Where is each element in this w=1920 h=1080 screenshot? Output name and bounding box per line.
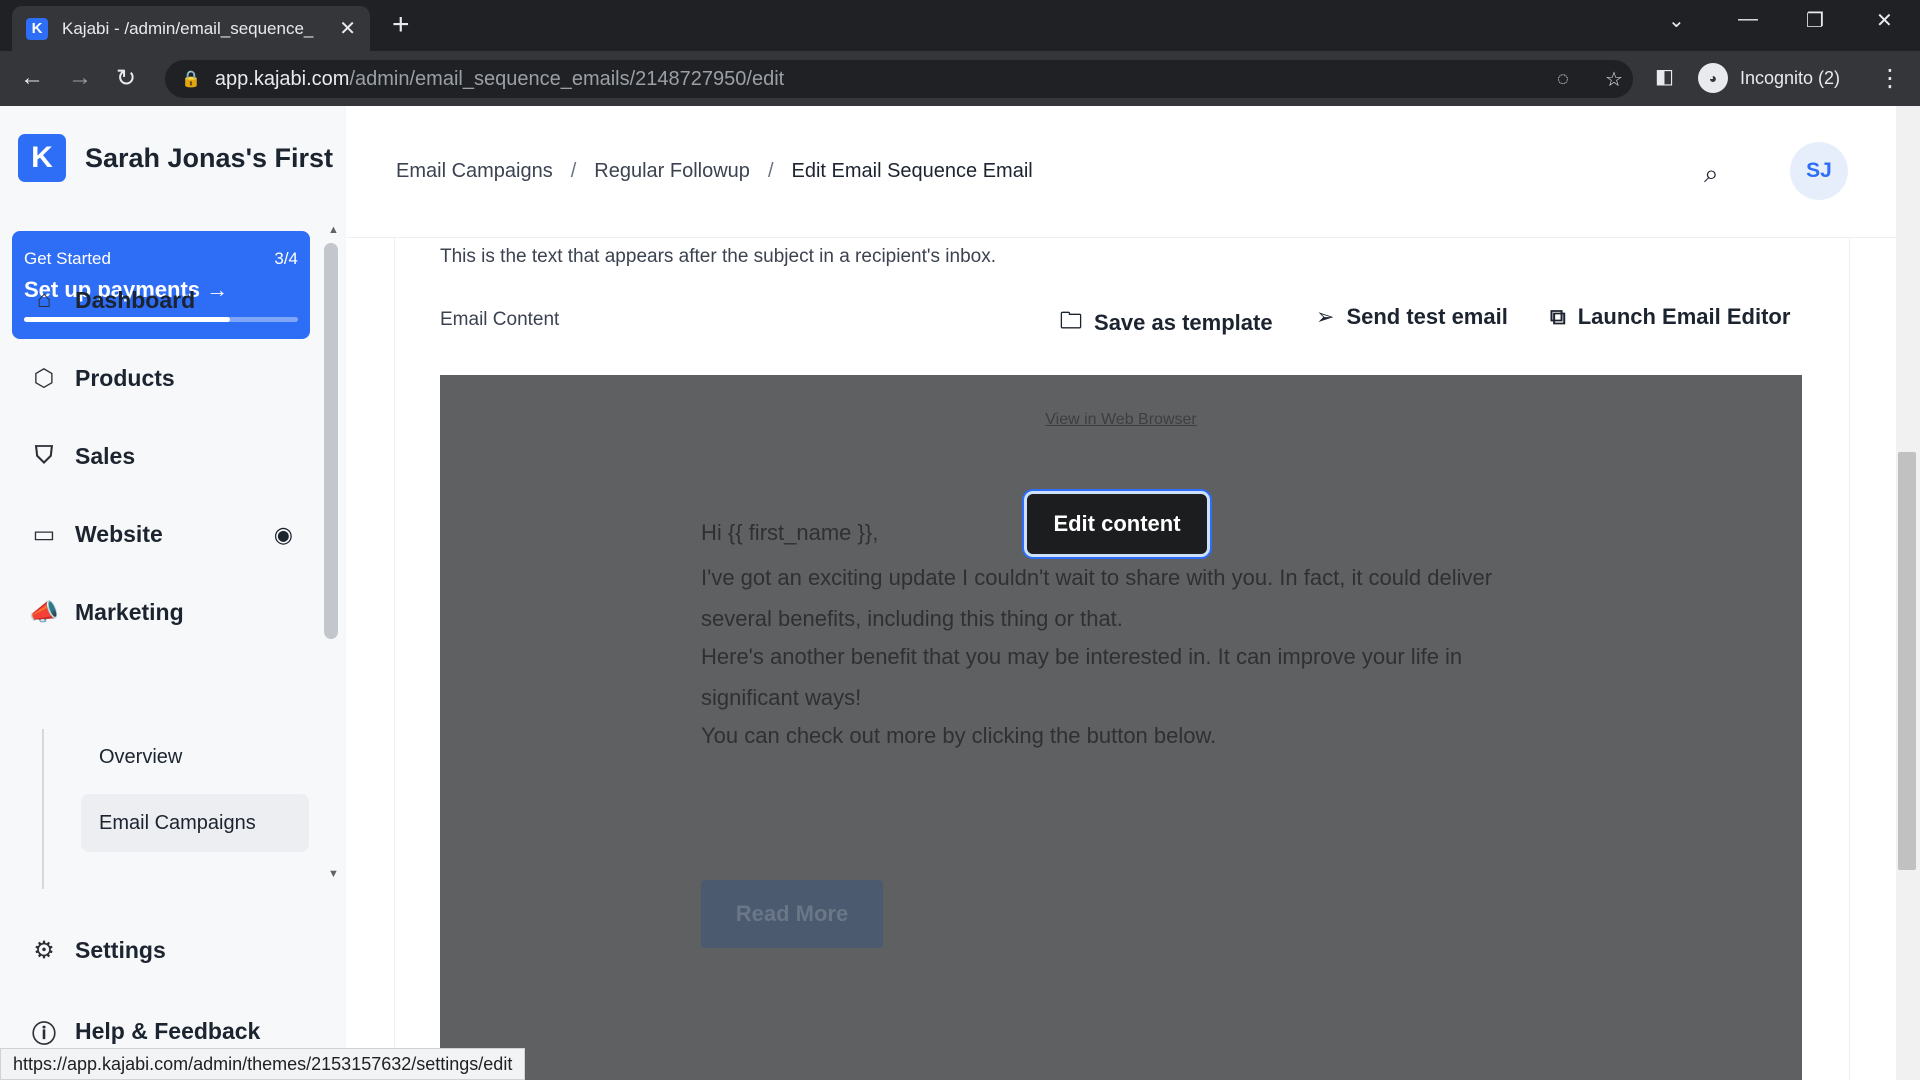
sidebar-scrollbar[interactable] <box>324 243 338 639</box>
home-icon: ⌂ <box>36 286 52 313</box>
sidebar-item-marketing[interactable]: 📣 Marketing <box>29 598 184 627</box>
sidebar-item-dashboard[interactable]: ⌂ Dashboard <box>29 286 195 314</box>
incognito-label: Incognito (2) <box>1740 67 1841 88</box>
main-scrollbar[interactable] <box>1898 452 1916 870</box>
send-test-email-button[interactable]: ➢ Send test email <box>1316 304 1508 330</box>
incognito-icon: ◕ <box>1698 63 1728 93</box>
site-name: Sarah Jonas's First <box>85 142 334 173</box>
breadcrumb-regular-followup[interactable]: Regular Followup <box>594 160 750 183</box>
forward-icon[interactable]: → <box>68 64 92 92</box>
kajabi-favicon-icon: K <box>26 17 48 40</box>
sidebar: K Sarah Jonas's First Get Started 3/4 Se… <box>0 106 346 1080</box>
url-input[interactable]: 🔒 app.kajabi.com /admin/email_sequence_e… <box>165 60 1633 98</box>
sidebar-item-label: Products <box>75 365 175 391</box>
back-icon[interactable]: ← <box>20 64 44 92</box>
sidebar-subitem-overview[interactable]: Overview <box>81 728 182 786</box>
tag-icon: ⛉ <box>35 442 53 469</box>
new-tab-icon[interactable]: + <box>392 8 410 42</box>
email-paragraph-1: I've got an exciting update I couldn't w… <box>701 565 1493 631</box>
kajabi-logo-icon: K <box>18 134 66 182</box>
sidebar-item-label: Marketing <box>75 599 184 625</box>
eye-icon[interactable]: ◉ <box>274 522 293 548</box>
read-more-button: Read More <box>701 880 883 948</box>
lock-icon: 🔒 <box>181 71 201 88</box>
get-started-card[interactable]: Get Started 3/4 Set up payments → <box>12 231 310 339</box>
gear-icon: ⚙ <box>33 937 55 964</box>
email-paragraph-3: You can check out more by clicking the b… <box>701 723 1217 748</box>
browser-tab-bar: K Kajabi - /admin/email_sequence_ ✕ + ⌄ … <box>0 0 1920 51</box>
email-greeting: Hi {{ first_name }}, <box>701 520 879 545</box>
sidebar-item-products[interactable]: ⬡ Products <box>29 364 175 393</box>
launch-email-editor-button[interactable]: ⧉ Launch Email Editor <box>1550 304 1790 330</box>
menu-icon[interactable]: ⋮ <box>1878 64 1902 93</box>
side-panel-icon[interactable]: ◧ <box>1655 64 1674 89</box>
avatar[interactable]: SJ <box>1790 142 1848 200</box>
close-tab-icon[interactable]: ✕ <box>339 16 356 41</box>
monitor-icon: ▭ <box>32 521 56 548</box>
address-bar: ← → ↻ 🔒 app.kajabi.com /admin/email_sequ… <box>0 51 1920 106</box>
sidebar-item-label: Settings <box>75 937 166 963</box>
search-icon[interactable]: ⌕ <box>1704 158 1719 190</box>
star-icon[interactable]: ☆ <box>1605 67 1623 92</box>
sidebar-item-website[interactable]: ▭ Website ◉ <box>29 520 293 549</box>
scroll-up-icon[interactable]: ▲ <box>328 224 339 236</box>
email-preview[interactable]: View in Web Browser Edit content Hi {{ f… <box>440 375 1802 1080</box>
arrow-right-icon: → <box>206 277 229 302</box>
external-link-icon: ⧉ <box>1550 304 1566 329</box>
preheader-help-text: This is the text that appears after the … <box>440 246 996 267</box>
sidebar-item-label: Sales <box>75 442 136 469</box>
sidebar-item-settings[interactable]: ⚙ Settings <box>29 936 166 965</box>
brand[interactable]: K Sarah Jonas's First <box>18 134 333 182</box>
breadcrumb-email-campaigns[interactable]: Email Campaigns <box>396 160 553 183</box>
scroll-down-icon[interactable]: ▼ <box>328 868 339 880</box>
tab-title: Kajabi - /admin/email_sequence_ <box>62 18 314 38</box>
sidebar-item-sales[interactable]: ⛉ Sales <box>29 442 135 470</box>
main-content: Email Campaigns / Regular Followup / Edi… <box>346 106 1920 1080</box>
sidebar-item-label: Help & Feedback <box>75 1018 261 1044</box>
close-window-icon[interactable]: ✕ <box>1876 8 1893 33</box>
status-url-bar: https://app.kajabi.com/admin/themes/2153… <box>0 1048 526 1080</box>
url-host: app.kajabi.com <box>214 67 350 90</box>
sidebar-item-label: Website <box>75 521 163 547</box>
browser-tab[interactable]: K Kajabi - /admin/email_sequence_ ✕ <box>12 6 370 51</box>
email-paragraph-2: Here's another benefit that you may be i… <box>701 644 1463 710</box>
eye-off-icon[interactable]: ◌ <box>1557 68 1569 91</box>
megaphone-icon: 📣 <box>29 599 59 626</box>
send-icon: ➢ <box>1316 304 1335 329</box>
minimize-icon[interactable]: — <box>1738 8 1758 31</box>
folder-icon: 🗀 <box>1060 308 1083 333</box>
help-icon: ⓘ <box>32 1021 56 1048</box>
save-template-button[interactable]: 🗀 Save as template <box>1060 304 1273 342</box>
get-started-progress-text: 3/4 <box>274 249 298 268</box>
reload-icon[interactable]: ↻ <box>116 64 136 93</box>
submenu-divider <box>42 729 44 889</box>
url-path: /admin/email_sequence_emails/2148727950/… <box>349 67 785 90</box>
sidebar-subitem-email-campaigns[interactable]: Email Campaigns <box>81 794 309 852</box>
incognito-indicator[interactable]: ◕ Incognito (2) <box>1698 59 1840 97</box>
sidebar-item-help[interactable]: ⓘ Help & Feedback <box>29 1014 260 1049</box>
breadcrumb-current: Edit Email Sequence Email <box>791 160 1033 182</box>
sidebar-item-label: Dashboard <box>75 286 196 313</box>
get-started-label: Get Started <box>24 249 111 268</box>
box-icon: ⬡ <box>33 365 55 392</box>
view-in-browser-link[interactable]: View in Web Browser <box>440 411 1802 429</box>
tab-search-icon[interactable]: ⌄ <box>1668 8 1685 33</box>
email-content-label: Email Content <box>440 309 560 330</box>
breadcrumb: Email Campaigns / Regular Followup / Edi… <box>396 160 1033 183</box>
page-header: Email Campaigns / Regular Followup / Edi… <box>346 106 1900 238</box>
get-started-progress-bar <box>24 317 298 322</box>
restore-icon[interactable]: ❐ <box>1806 8 1824 33</box>
